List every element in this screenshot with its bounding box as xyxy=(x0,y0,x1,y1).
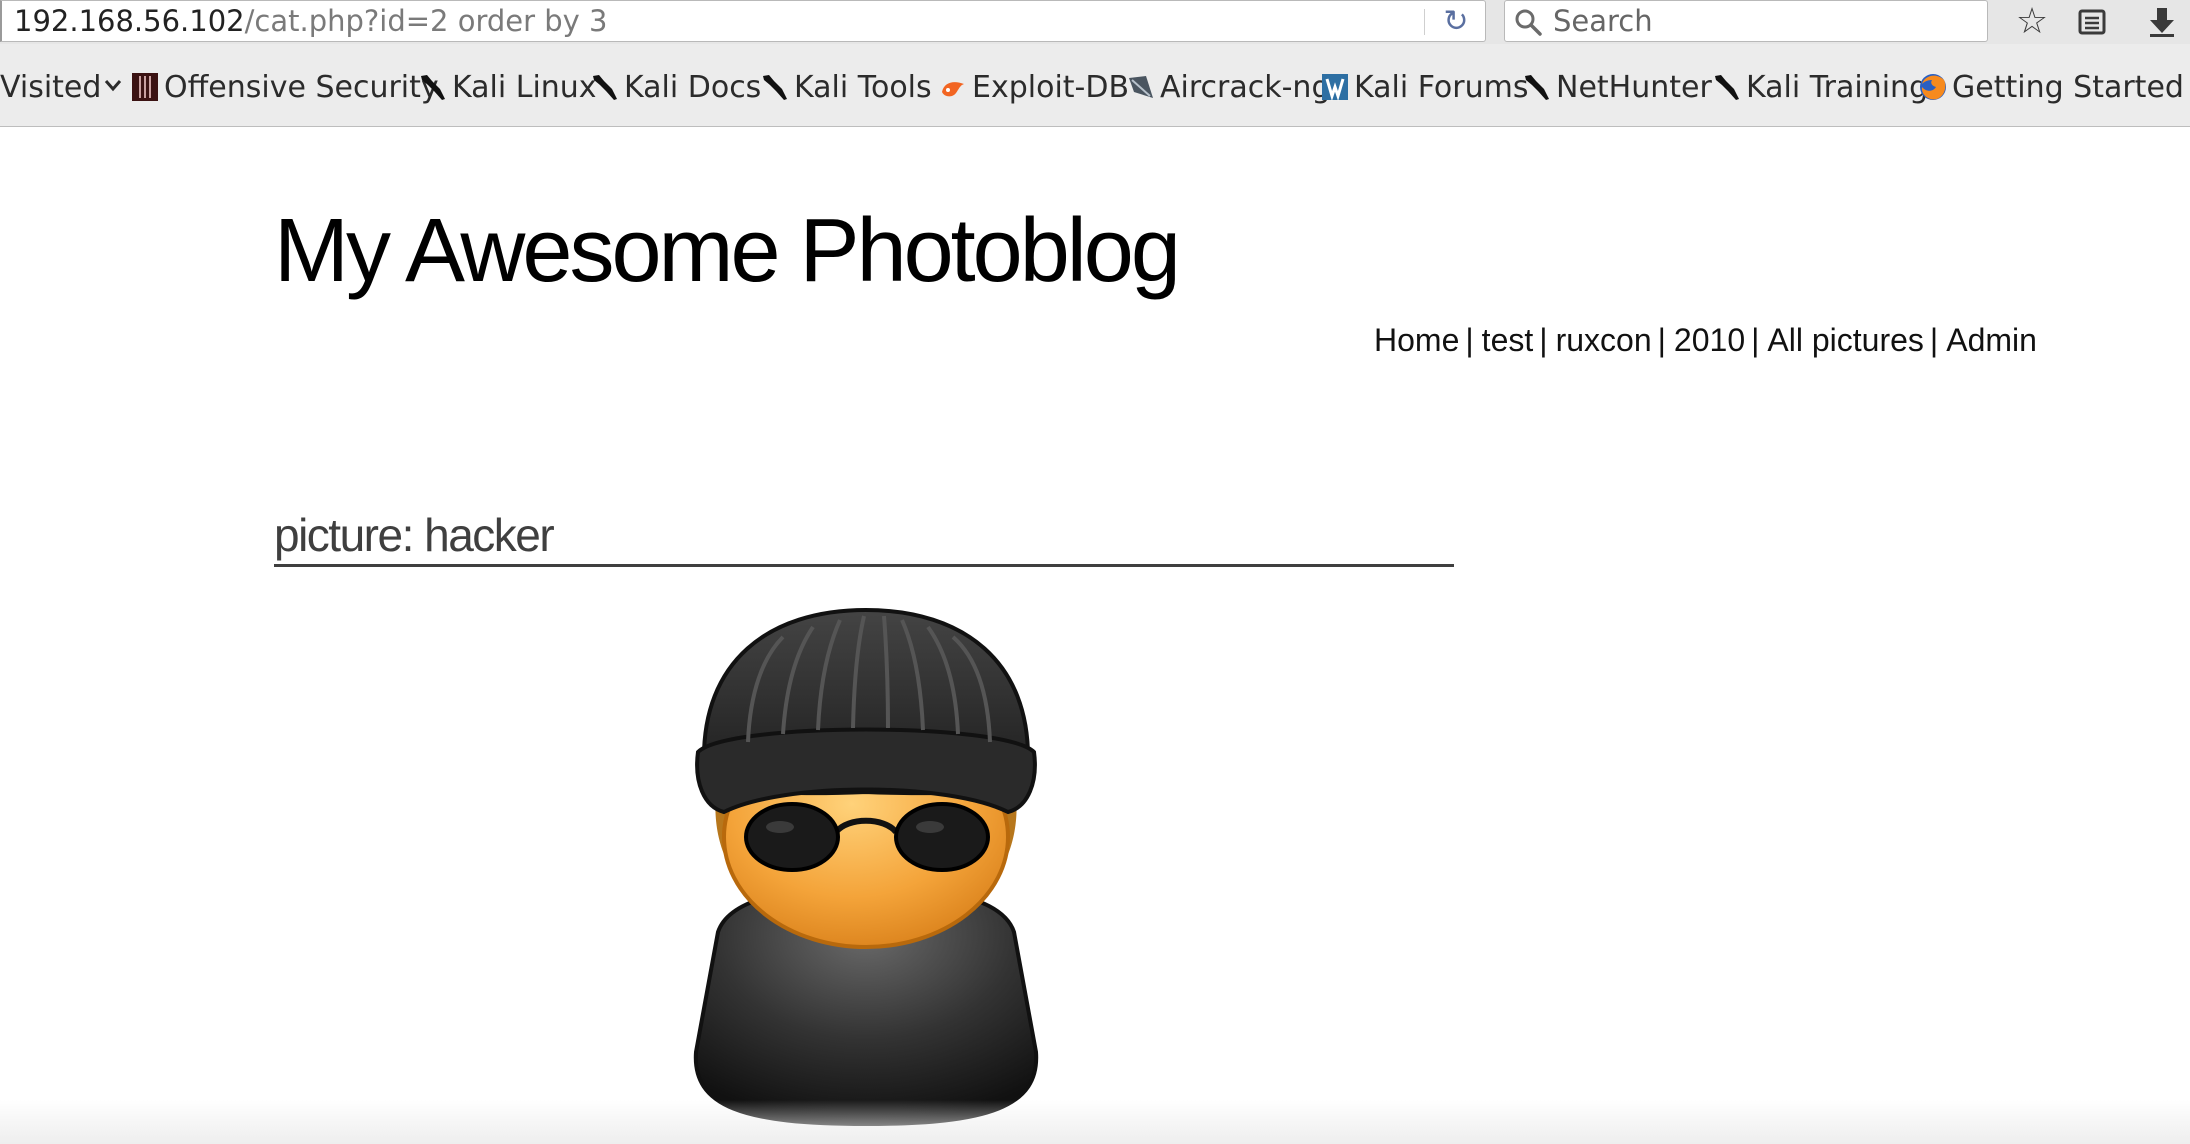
nav-admin[interactable]: Admin xyxy=(1946,322,2037,358)
nav-ruxcon[interactable]: ruxcon xyxy=(1556,322,1652,358)
nav-home[interactable]: Home xyxy=(1374,322,1459,358)
nav-separator: | xyxy=(1539,322,1548,358)
aircrack-icon xyxy=(1129,76,1153,98)
url-path: /cat.php?id=2 order by 3 xyxy=(244,4,608,38)
nav-2010[interactable]: 2010 xyxy=(1674,322,1745,358)
hacker-avatar-icon xyxy=(693,607,1039,1126)
url-bar[interactable]: 192.168.56.102/cat.php?id=2 order by 3 ↻ xyxy=(0,0,1486,42)
url-host: 192.168.56.102 xyxy=(14,4,245,38)
bookmark-aircrack-ng[interactable]: Aircrack-ng xyxy=(1126,68,1331,108)
bookmark-kali-docs[interactable]: Kali Docs xyxy=(590,68,761,108)
nav-separator: | xyxy=(1751,322,1760,358)
bookmark-label: Kali Tools xyxy=(794,70,932,105)
reload-icon[interactable]: ↻ xyxy=(1438,7,1474,37)
download-icon[interactable] xyxy=(2140,2,2184,42)
kali-dragon-icon xyxy=(421,75,445,100)
main-nav: Home | test | ruxcon | 2010 | All pictures | Admin xyxy=(1374,318,2037,362)
site-title: My Awesome Photoblog xyxy=(274,201,1181,301)
search-placeholder: Search xyxy=(1553,4,1653,38)
nav-test[interactable]: test xyxy=(1482,322,1534,358)
bookmark-exploit-db[interactable]: Exploit-DB xyxy=(938,68,1129,108)
bookmark-nethunter[interactable]: NetHunter xyxy=(1522,68,1712,108)
bookmark-label: Getting Started xyxy=(1952,70,2184,105)
bookmark-star-icon[interactable]: ☆ xyxy=(2010,2,2054,42)
url-divider xyxy=(1424,9,1425,35)
browser-toolbar: 192.168.56.102/cat.php?id=2 order by 3 ↻… xyxy=(0,0,2190,44)
bookmark-visited[interactable]: Visited xyxy=(0,68,123,108)
exploit-db-icon xyxy=(942,82,964,97)
bookmark-label: Kali Docs xyxy=(624,70,762,105)
bookmark-label: Kali Linux xyxy=(452,70,597,105)
kali-dragon-icon xyxy=(763,75,787,100)
bookmark-label: Exploit-DB xyxy=(972,70,1130,105)
nav-separator: | xyxy=(1465,322,1474,358)
search-icon xyxy=(1515,9,1542,36)
kali-dragon-icon xyxy=(1525,75,1549,100)
picture-heading: picture: hacker xyxy=(274,506,1454,567)
bookmark-kali-linux[interactable]: Kali Linux xyxy=(418,68,597,108)
bookmark-kali-training[interactable]: Kali Training xyxy=(1712,68,1928,108)
chevron-down-icon xyxy=(105,80,122,92)
bookmark-offensive-security[interactable]: Offensive Security xyxy=(130,68,439,108)
bookmarks-toolbar: Visited Offensive Security Kali Linux Ka… xyxy=(0,44,2190,127)
firefox-icon xyxy=(1920,74,1946,100)
nav-separator: | xyxy=(1657,322,1666,358)
bookmark-kali-forums[interactable]: Kali Forums xyxy=(1320,68,1528,108)
kali-forums-icon xyxy=(1322,74,1348,102)
nav-separator: | xyxy=(1929,322,1939,358)
bookmark-kali-tools[interactable]: Kali Tools xyxy=(760,68,932,108)
nav-all-pictures[interactable]: All pictures xyxy=(1767,322,1924,358)
bookmark-label: NetHunter xyxy=(1556,70,1712,105)
kali-dragon-icon xyxy=(593,75,617,100)
kali-dragon-icon xyxy=(1715,75,1739,100)
search-input[interactable]: Search xyxy=(1504,0,1988,42)
bookmark-label: Visited xyxy=(0,70,102,105)
bookmark-getting-started[interactable]: Getting Started xyxy=(1918,68,2184,108)
reading-list-icon[interactable] xyxy=(2070,2,2114,42)
offsec-icon xyxy=(132,73,158,101)
bookmark-label: Kali Training xyxy=(1746,70,1929,105)
bookmark-label: Offensive Security xyxy=(164,70,439,105)
bookmark-label: Aircrack-ng xyxy=(1160,70,1331,105)
bottom-edge-shadow xyxy=(0,1100,2190,1144)
bookmark-label: Kali Forums xyxy=(1354,70,1529,105)
